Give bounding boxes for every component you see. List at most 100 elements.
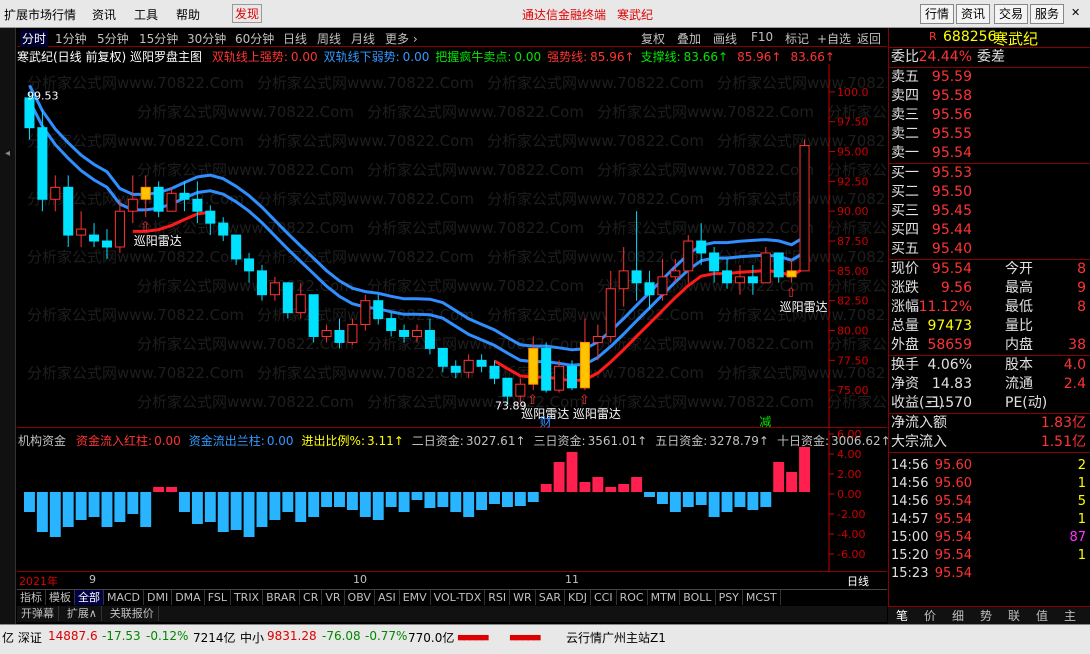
indicator-tab[interactable]: MTM <box>648 590 681 605</box>
close-icon[interactable]: ✕ <box>1071 6 1080 19</box>
indicator-tab[interactable]: CCI <box>591 590 617 605</box>
stat-row[interactable]: 外盘 58659 内盘 38 <box>889 336 1090 355</box>
flow-bar <box>540 484 552 492</box>
service-button[interactable]: 服务 <box>1030 4 1065 24</box>
indicator-tab[interactable]: PSY <box>716 590 743 605</box>
quote-tab[interactable]: 势 <box>972 607 1000 624</box>
flow-item-value: 0.00 <box>154 434 181 448</box>
watermark-text: 分析家公式网www.70822.Com <box>367 161 584 179</box>
add-favorite-button[interactable]: +自选 <box>817 30 851 47</box>
period-5min[interactable]: 5分钟 <box>97 30 129 47</box>
stat-row[interactable]: 涨跌 9.56 最高 9 <box>889 279 1090 298</box>
menu-news[interactable]: 资讯 <box>92 6 116 23</box>
buy-level-row[interactable]: 买三 95.45 <box>889 202 1090 221</box>
candle-body <box>618 270 629 290</box>
mark-button[interactable]: 标记 <box>785 30 809 47</box>
flow-bar <box>114 492 126 522</box>
indicator-tab[interactable]: WR <box>510 590 536 605</box>
indicator-tab[interactable]: 指标 <box>17 590 46 605</box>
trade-button[interactable]: 交易 <box>994 4 1029 24</box>
indicator-tab[interactable]: 模板 <box>46 590 75 605</box>
flow-bar <box>708 492 720 517</box>
danmaku-tab[interactable]: 开弹幕 <box>17 606 59 621</box>
buy-level-row[interactable]: 买一 95.53 <box>889 164 1090 183</box>
indicator-tab[interactable]: RSI <box>485 590 511 605</box>
quote-tab[interactable]: 联 <box>1000 607 1028 624</box>
news-button[interactable]: 资讯 <box>956 4 991 24</box>
stat-row[interactable]: 现价 95.54 今开 8 <box>889 260 1090 279</box>
draw-button[interactable]: 画线 <box>713 30 737 47</box>
left-side-tab[interactable]: ◂ <box>0 28 16 630</box>
period-day[interactable]: 日线 <box>283 30 307 47</box>
quote-tab[interactable]: 价 <box>916 607 944 624</box>
indicator-tab[interactable]: KDJ <box>565 590 591 605</box>
menu-extended-market[interactable]: 扩展市场行情 <box>4 6 76 23</box>
market-button[interactable]: 行情 <box>920 4 955 24</box>
period-1min[interactable]: 1分钟 <box>55 30 87 47</box>
period-month[interactable]: 月线 <box>351 30 375 47</box>
indicator-tab[interactable]: MCST <box>743 590 781 605</box>
buy-level-row[interactable]: 买四 95.44 <box>889 221 1090 240</box>
indicator-tab[interactable]: EMV <box>400 590 431 605</box>
menu-tools[interactable]: 工具 <box>134 6 158 23</box>
stat-row[interactable]: 收益(三) -1.570 PE(动) <box>889 394 1090 413</box>
stat-row[interactable]: 总量 97473 量比 <box>889 317 1090 336</box>
sell-level-row[interactable]: 卖五 95.59 <box>889 68 1090 87</box>
quote-tab[interactable]: 主 <box>1056 607 1084 624</box>
indicator-tab[interactable]: ASI <box>375 590 400 605</box>
overlay-button[interactable]: 叠加 <box>677 30 701 47</box>
indicator-tab[interactable]: DMA <box>172 590 205 605</box>
kline-chart[interactable]: 分析家公式网www.70822.Com 分析家公式网www.70822.Com 分析… <box>17 64 1044 429</box>
menu-discover[interactable]: 发现 <box>232 4 263 23</box>
period-60min[interactable]: 60分钟 <box>235 30 274 47</box>
quote-tab[interactable]: 值 <box>1028 607 1056 624</box>
indicator-tab[interactable]: 全部 <box>75 590 104 605</box>
menu-help[interactable]: 帮助 <box>176 6 200 23</box>
radar-arrow-icon: ⇧ <box>786 286 797 301</box>
indicator-tab[interactable]: OBV <box>345 590 375 605</box>
indicator-tab[interactable]: FSL <box>205 590 231 605</box>
info-item-label: 双轨线上强势: <box>211 50 288 64</box>
quote-tab[interactable]: 笔 <box>888 607 916 624</box>
indicator-tab[interactable]: BOLL <box>680 590 716 605</box>
sell-level-row[interactable]: 卖四 95.58 <box>889 87 1090 106</box>
stat-row[interactable]: 换手 4.06% 股本 4.0 <box>889 356 1090 375</box>
candle-body <box>205 210 216 224</box>
indicator-tab[interactable]: VR <box>322 590 345 605</box>
period-30min[interactable]: 30分钟 <box>187 30 226 47</box>
sell-level-row[interactable]: 卖二 95.55 <box>889 125 1090 144</box>
back-button[interactable]: 返回 <box>857 30 881 47</box>
chart-title: 寒武纪(日线 前复权) 巡阳罗盘主图 <box>17 50 202 64</box>
adjust-button[interactable]: 复权 <box>641 30 665 47</box>
flow-bar <box>566 452 578 492</box>
period-timeshare[interactable]: 分时 <box>20 30 49 47</box>
indicator-tab[interactable]: MACD <box>104 590 144 605</box>
f10-button[interactable]: F10 <box>751 30 773 44</box>
flow-item-value: 0.00 <box>266 434 294 448</box>
flow-bar <box>411 492 423 500</box>
indicator-tab[interactable]: TRIX <box>231 590 264 605</box>
server-status[interactable]: 云行情广州主站Z1 <box>566 629 666 646</box>
indicator-tab[interactable]: DMI <box>144 590 173 605</box>
candle-body <box>50 186 61 200</box>
flow-item-value: 3027.61↑ <box>465 434 526 448</box>
period-week[interactable]: 周线 <box>317 30 341 47</box>
indicator-tab[interactable]: CR <box>300 590 323 605</box>
buy-level-row[interactable]: 买五 95.40 <box>889 240 1090 259</box>
stat-row[interactable]: 净资 14.83 流通 2.4 <box>889 375 1090 394</box>
indicator-tab[interactable]: ROC <box>617 590 648 605</box>
fund-flow-panel[interactable]: 机构资金 资金流入红柱: 0.00 资金流出兰柱: 0.00 进出比例%: 3.11↑ 二日资… <box>17 428 891 572</box>
flow-bar <box>256 492 268 527</box>
indicator-tab[interactable]: VOL-TDX <box>431 590 486 605</box>
quote-tab[interactable]: 细 <box>944 607 972 624</box>
stat-row[interactable]: 涨幅 11.12% 最低 8 <box>889 298 1090 317</box>
indicator-tab[interactable]: SAR <box>536 590 566 605</box>
related-quote-tab[interactable]: 关联报价 <box>106 606 159 621</box>
indicator-tab[interactable]: BRAR <box>263 590 301 605</box>
sell-level-row[interactable]: 卖一 95.54 <box>889 144 1090 163</box>
sell-level-row[interactable]: 卖三 95.56 <box>889 106 1090 125</box>
period-more[interactable]: 更多 › <box>385 30 418 47</box>
expand-tab[interactable]: 扩展∧ <box>63 606 102 621</box>
period-15min[interactable]: 15分钟 <box>139 30 178 47</box>
buy-level-row[interactable]: 买二 95.50 <box>889 183 1090 202</box>
